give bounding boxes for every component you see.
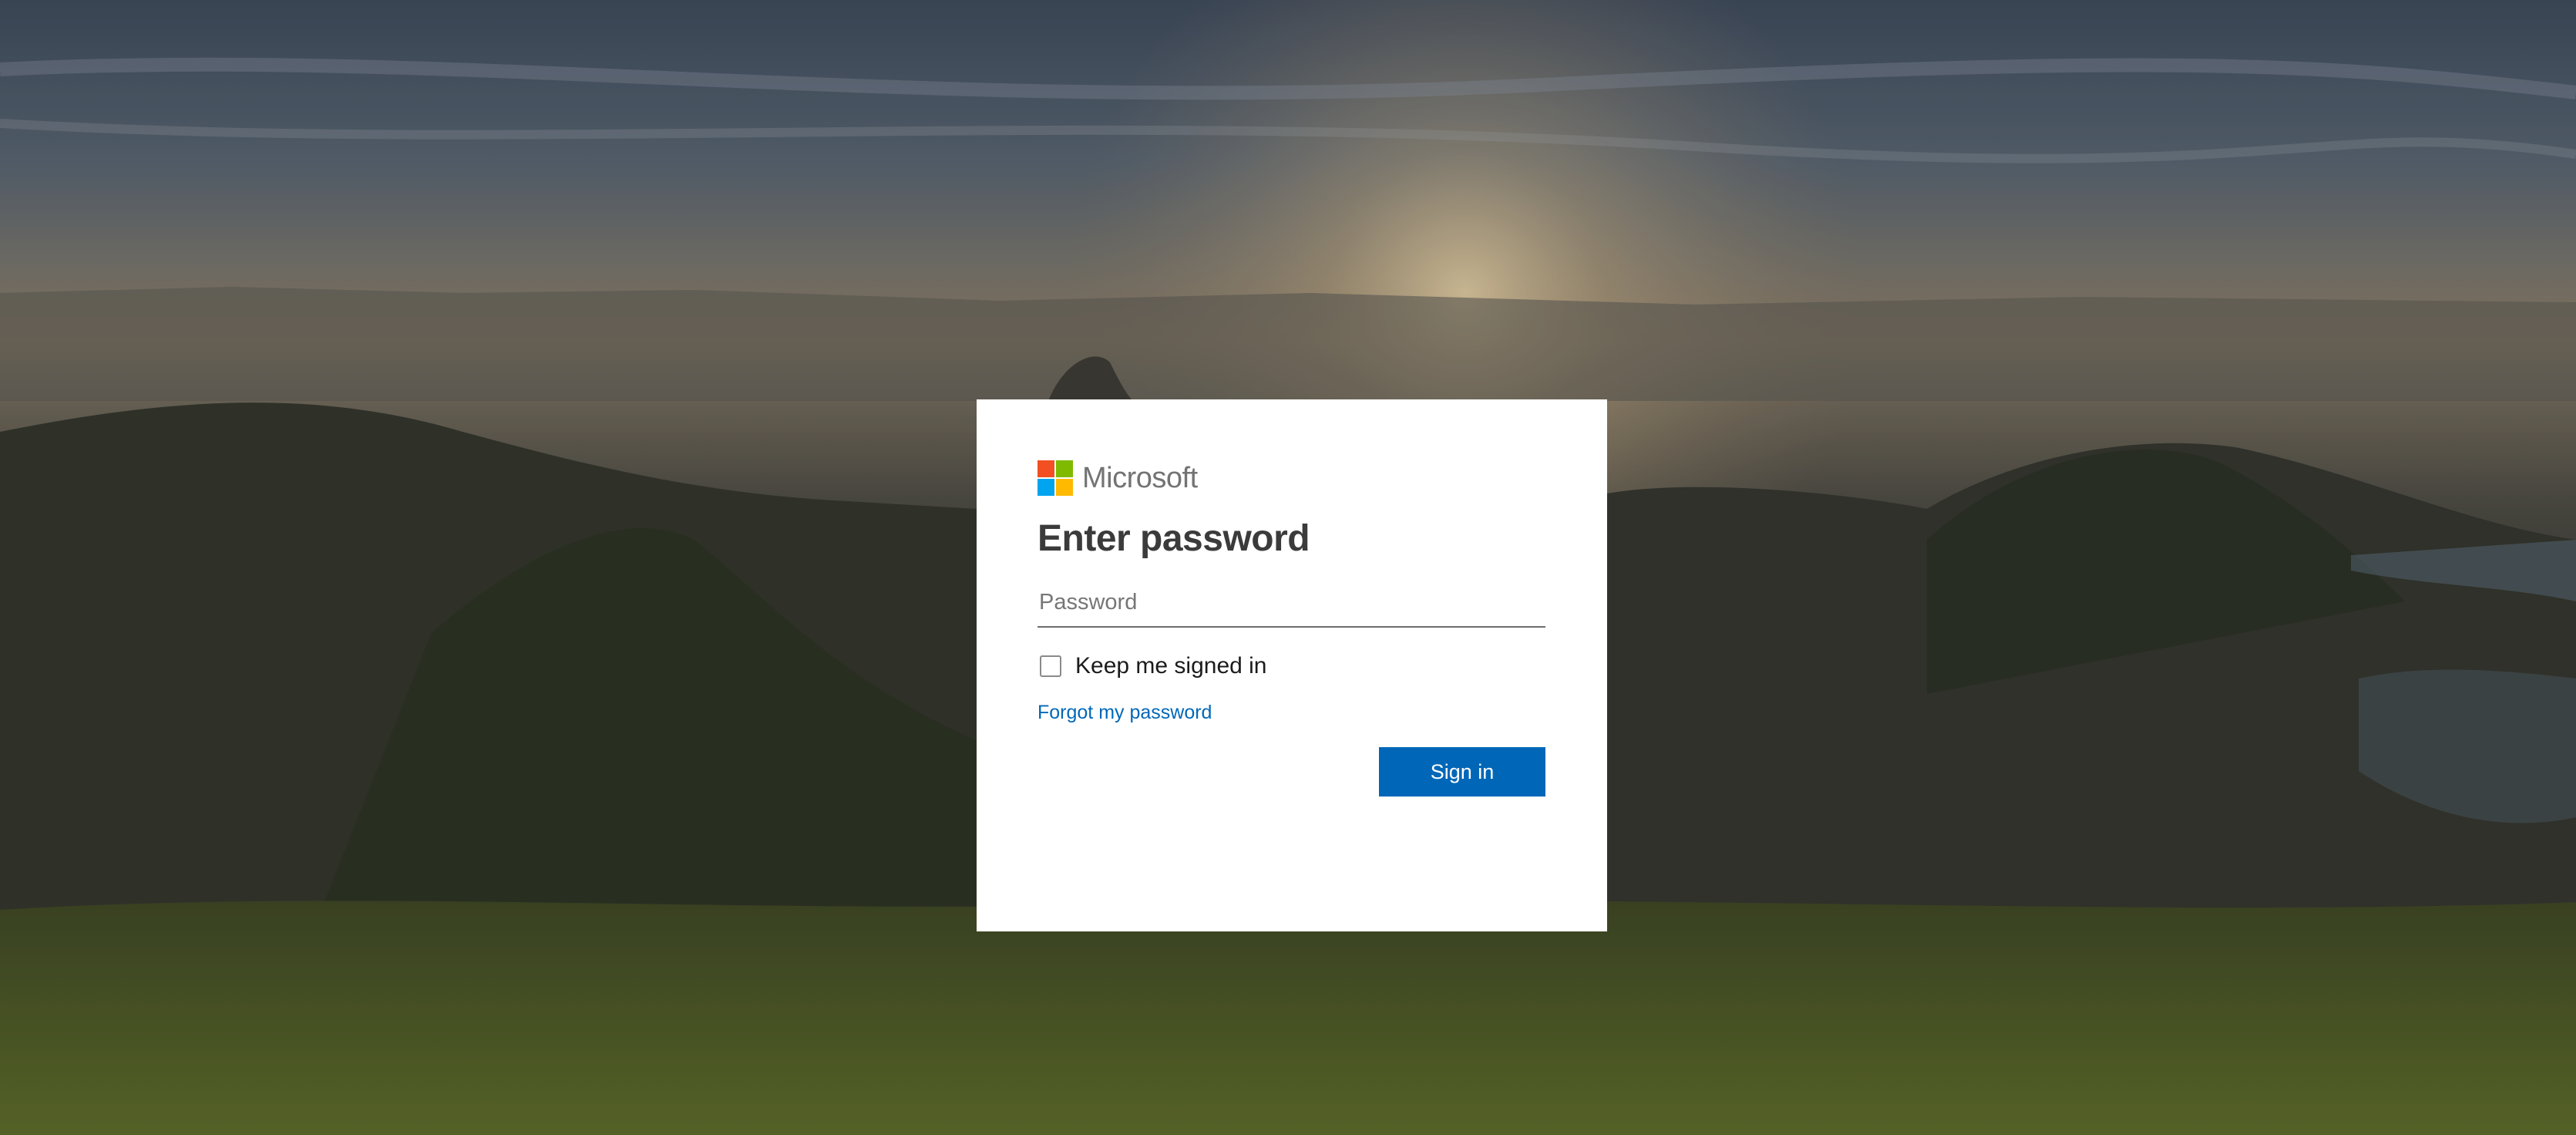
logo-yellow-square xyxy=(1056,479,1073,496)
microsoft-logo-icon xyxy=(1037,460,1073,496)
logo-blue-square xyxy=(1037,479,1054,496)
page-title: Enter password xyxy=(1037,518,1310,559)
logo-green-square xyxy=(1056,460,1073,477)
brand-header: Microsoft xyxy=(1037,460,1545,497)
brand-name: Microsoft xyxy=(1082,461,1198,494)
keep-signed-in-checkbox[interactable] xyxy=(1040,655,1061,677)
actions-row: Sign in xyxy=(1037,747,1545,797)
password-input[interactable] xyxy=(1037,580,1549,625)
keep-signed-in-label[interactable]: Keep me signed in xyxy=(1075,653,1267,679)
logo-red-square xyxy=(1037,460,1054,477)
password-field-container xyxy=(1037,580,1549,628)
keep-signed-in-row[interactable]: Keep me signed in xyxy=(1037,651,1545,682)
sign-in-button[interactable]: Sign in xyxy=(1379,747,1545,797)
forgot-password-link[interactable]: Forgot my password xyxy=(1037,702,1212,724)
signin-card: Microsoft Enter password Keep me signed … xyxy=(977,399,1607,931)
